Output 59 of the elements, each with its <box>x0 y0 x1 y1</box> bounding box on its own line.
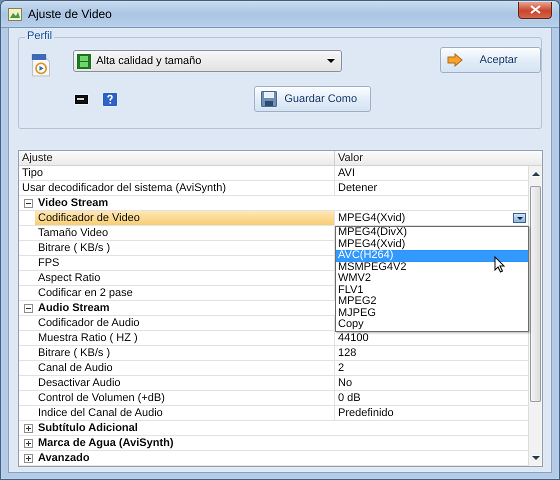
collapse-icon[interactable] <box>24 198 33 208</box>
property-name[interactable]: Control de Volumen (+dB) <box>35 391 335 405</box>
collapse-icon[interactable] <box>24 304 33 312</box>
close-button[interactable] <box>518 2 552 18</box>
film-icon <box>77 54 92 68</box>
console-icon[interactable] <box>75 94 88 104</box>
category-name[interactable]: Audio Stream <box>38 301 110 315</box>
property-name[interactable]: Bitrare ( KB/s ) <box>35 346 335 360</box>
property-value[interactable]: 0 dB <box>338 391 361 405</box>
property-value[interactable]: MPEG4(Xvid) <box>338 211 406 225</box>
video-file-icon <box>31 51 52 79</box>
property-value[interactable]: AVI <box>338 166 355 180</box>
expand-icon[interactable] <box>24 438 33 448</box>
caret-icon <box>516 216 522 220</box>
mouse-cursor-icon <box>494 256 506 273</box>
property-name[interactable]: Usar decodificador del sistema (AviSynth) <box>19 181 335 195</box>
property-name[interactable]: Indice del Canal de Audio <box>35 406 335 420</box>
caret-icon <box>327 59 336 63</box>
property-value[interactable]: 128 <box>338 346 356 360</box>
save-as-button[interactable]: Guardar Como <box>254 86 372 112</box>
window-title: Ajuste de Video <box>28 7 113 21</box>
group-label: Perfil <box>25 30 54 42</box>
property-name[interactable]: Canal de Audio <box>35 361 335 375</box>
column-header[interactable]: Valor <box>335 151 363 165</box>
close-icon <box>530 5 540 14</box>
dropdown-option[interactable]: MJPEG <box>336 308 528 319</box>
scrollbar-thumb[interactable] <box>530 186 541 402</box>
property-name[interactable]: Desactivar Audio <box>35 376 335 390</box>
category-name[interactable]: Marca de Agua (AviSynth) <box>38 436 174 450</box>
property-name[interactable]: Tipo <box>19 166 335 180</box>
property-value[interactable]: 2 <box>338 361 344 375</box>
dropdown-option[interactable]: WMV2 <box>336 273 528 284</box>
category-name[interactable]: Video Stream <box>38 196 108 210</box>
dropdown-option[interactable]: MPEG2 <box>336 296 528 308</box>
dropdown-option[interactable]: MPEG4(DivX) <box>336 227 528 238</box>
scroll-up-icon[interactable] <box>532 172 540 176</box>
accept-button[interactable]: Aceptar <box>440 47 541 73</box>
category-name[interactable]: Avanzado <box>38 451 90 465</box>
property-value[interactable]: Detener <box>338 181 378 195</box>
property-value[interactable]: No <box>338 376 352 390</box>
dropdown-option[interactable]: FLV1 <box>336 284 528 296</box>
dropdown-button[interactable] <box>513 213 526 223</box>
category-name[interactable]: Subtítulo Adicional <box>38 421 138 435</box>
profile-dropdown[interactable]: Alta calidad y tamaño <box>73 50 342 72</box>
help-icon[interactable] <box>103 92 118 106</box>
scroll-down-icon[interactable] <box>532 456 540 460</box>
dropdown-option[interactable]: MPEG4(Xvid) <box>336 238 528 250</box>
dropdown-option[interactable]: Copy <box>336 319 528 330</box>
scrollbar[interactable] <box>528 166 542 466</box>
dropdown-option[interactable]: MSMPEG4V2 <box>336 262 528 273</box>
property-name[interactable]: Codificador de Video <box>35 211 335 225</box>
expand-icon[interactable] <box>24 454 33 462</box>
expand-icon[interactable] <box>24 424 33 432</box>
app-icon <box>8 8 22 20</box>
property-value[interactable]: 44100 <box>338 331 369 345</box>
column-header[interactable]: Ajuste <box>19 151 335 165</box>
property-value[interactable]: Predefinido <box>338 406 394 420</box>
arrow-right-icon <box>447 53 464 67</box>
dropdown-list[interactable]: MPEG4(DivX) MPEG4(Xvid) AVC(H264) MSMPEG4V2 WMV2 FLV1 MPEG2 MJPEG Copy <box>335 226 529 332</box>
